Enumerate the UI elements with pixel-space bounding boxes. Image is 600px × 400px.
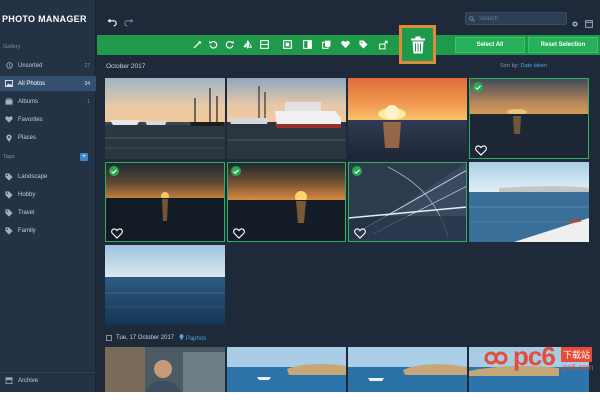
crop-icon[interactable] bbox=[283, 40, 292, 49]
watermark-url: pc6.com bbox=[563, 363, 594, 372]
checkmark-icon bbox=[231, 166, 241, 176]
sidebar-item-places[interactable]: Places bbox=[0, 130, 96, 145]
select-all-button[interactable]: Select All bbox=[455, 37, 525, 53]
settings-icon[interactable] bbox=[571, 15, 579, 33]
sidebar-item-albums[interactable]: Albums 1 bbox=[0, 94, 96, 109]
flip-horizontal-icon[interactable] bbox=[243, 40, 252, 49]
delete-button[interactable] bbox=[399, 25, 436, 64]
sidebar-item-unsorted[interactable]: Unsorted 27 bbox=[0, 58, 96, 73]
sort-control[interactable]: Sort by: Date taken bbox=[500, 63, 547, 69]
photo-thumbnail[interactable] bbox=[227, 347, 346, 392]
gallery-label: Gallery bbox=[3, 44, 21, 50]
topbar bbox=[97, 6, 600, 32]
adjust-icon[interactable] bbox=[303, 40, 312, 49]
watermark: pc6 下载站 pc6.com bbox=[483, 341, 595, 377]
heart-icon[interactable] bbox=[354, 226, 366, 239]
tag-icon bbox=[4, 172, 14, 181]
search-icon bbox=[469, 15, 475, 22]
sidebar-item-label: Family bbox=[18, 227, 36, 234]
window-icon[interactable] bbox=[585, 15, 593, 33]
flip-vertical-icon[interactable] bbox=[260, 40, 269, 49]
sidebar-item-label: Unsorted bbox=[18, 62, 43, 69]
photo-thumbnail-selected[interactable] bbox=[469, 78, 589, 159]
photos-icon bbox=[4, 80, 14, 87]
sidebar-item-travel[interactable]: Travel bbox=[0, 205, 96, 220]
app-logo: PHOTO MANAGER bbox=[2, 14, 87, 24]
sidebar-item-landscape[interactable]: Landscape bbox=[0, 169, 96, 184]
magic-wand-icon[interactable] bbox=[193, 40, 202, 49]
photo-thumbnail[interactable] bbox=[348, 78, 467, 159]
rotate-left-icon[interactable] bbox=[209, 40, 218, 49]
pin-icon bbox=[4, 133, 14, 142]
sidebar-item-family[interactable]: Family bbox=[0, 223, 96, 238]
section-date: October 2017 bbox=[106, 63, 146, 70]
photo-thumbnail-selected[interactable] bbox=[105, 162, 225, 242]
tags-label: Tags bbox=[3, 154, 15, 160]
section-date: Tue, 17 October 2017 bbox=[116, 335, 175, 341]
location-label: Paphos bbox=[185, 336, 207, 342]
rotate-right-icon[interactable] bbox=[225, 40, 234, 49]
photo-thumbnail-selected[interactable] bbox=[348, 162, 467, 242]
watermark-site: 下载站 bbox=[561, 347, 593, 362]
photo-thumbnail[interactable] bbox=[469, 162, 589, 242]
tag-icon bbox=[4, 190, 14, 199]
archive-icon bbox=[4, 377, 14, 384]
sidebar-item-hobby[interactable]: Hobby bbox=[0, 187, 96, 202]
sort-label: Sort by: bbox=[500, 63, 519, 69]
sidebar-item-label: Places bbox=[18, 134, 37, 141]
search-box[interactable] bbox=[465, 12, 567, 25]
watermark-logo: pc6 bbox=[513, 341, 556, 371]
tag-icon[interactable] bbox=[359, 40, 368, 49]
sidebar-item-label: Hobby bbox=[18, 191, 36, 198]
checkmark-icon bbox=[352, 166, 362, 176]
sidebar-item-archive[interactable]: Archive bbox=[0, 372, 96, 388]
photo-thumbnail[interactable] bbox=[105, 245, 225, 325]
sidebar-item-count: 1 bbox=[87, 98, 90, 105]
photo-thumbnail[interactable] bbox=[105, 78, 225, 159]
sidebar-item-label: Favorites bbox=[18, 116, 43, 123]
clock-icon bbox=[4, 62, 14, 69]
heart-icon[interactable] bbox=[233, 226, 245, 239]
sidebar-item-label: All Photos bbox=[18, 80, 46, 87]
add-tag-button[interactable]: + bbox=[80, 153, 88, 161]
redo-icon[interactable] bbox=[124, 14, 134, 32]
albums-icon bbox=[4, 98, 14, 105]
sidebar-item-label: Landscape bbox=[18, 173, 48, 180]
photo-manager-window: PHOTO MANAGER Gallery Unsorted 27 All Ph… bbox=[0, 0, 600, 392]
sidebar-item-count: 27 bbox=[84, 62, 90, 69]
sidebar-item-favorites[interactable]: Favorites bbox=[0, 112, 96, 127]
tag-icon bbox=[4, 226, 14, 235]
section-location-link[interactable]: Paphos bbox=[179, 334, 206, 342]
photo-thumbnail[interactable] bbox=[105, 347, 225, 392]
photo-thumbnail-selected[interactable] bbox=[227, 162, 346, 242]
tag-icon bbox=[4, 208, 14, 217]
share-icon[interactable] bbox=[379, 40, 388, 49]
section-checkbox[interactable] bbox=[106, 335, 112, 341]
bottom-strip bbox=[0, 392, 600, 400]
undo-icon[interactable] bbox=[107, 14, 117, 32]
archive-label: Archive bbox=[18, 377, 39, 384]
trash-icon bbox=[410, 36, 426, 54]
checkmark-icon bbox=[473, 82, 483, 92]
sidebar-item-all-photos[interactable]: All Photos 34 bbox=[0, 76, 96, 91]
sort-value[interactable]: Date taken bbox=[520, 63, 547, 69]
compare-icon[interactable] bbox=[322, 40, 331, 49]
sidebar: PHOTO MANAGER Gallery Unsorted 27 All Ph… bbox=[0, 0, 96, 392]
section-date-header: Tue, 17 October 2017 Paphos bbox=[106, 334, 206, 342]
sidebar-item-label: Albums bbox=[18, 98, 39, 105]
photo-thumbnail[interactable] bbox=[348, 347, 467, 392]
sidebar-item-label: Travel bbox=[18, 209, 35, 216]
heart-icon bbox=[4, 116, 14, 123]
checkmark-icon bbox=[109, 166, 119, 176]
reset-selection-button[interactable]: Reset Selection bbox=[528, 37, 598, 53]
search-input[interactable] bbox=[479, 15, 555, 22]
heart-icon[interactable] bbox=[111, 226, 123, 239]
pin-icon bbox=[179, 334, 184, 340]
photo-thumbnail[interactable] bbox=[227, 78, 346, 159]
favorite-icon[interactable] bbox=[341, 40, 350, 49]
sidebar-item-count: 34 bbox=[84, 80, 90, 87]
heart-icon[interactable] bbox=[475, 143, 487, 156]
